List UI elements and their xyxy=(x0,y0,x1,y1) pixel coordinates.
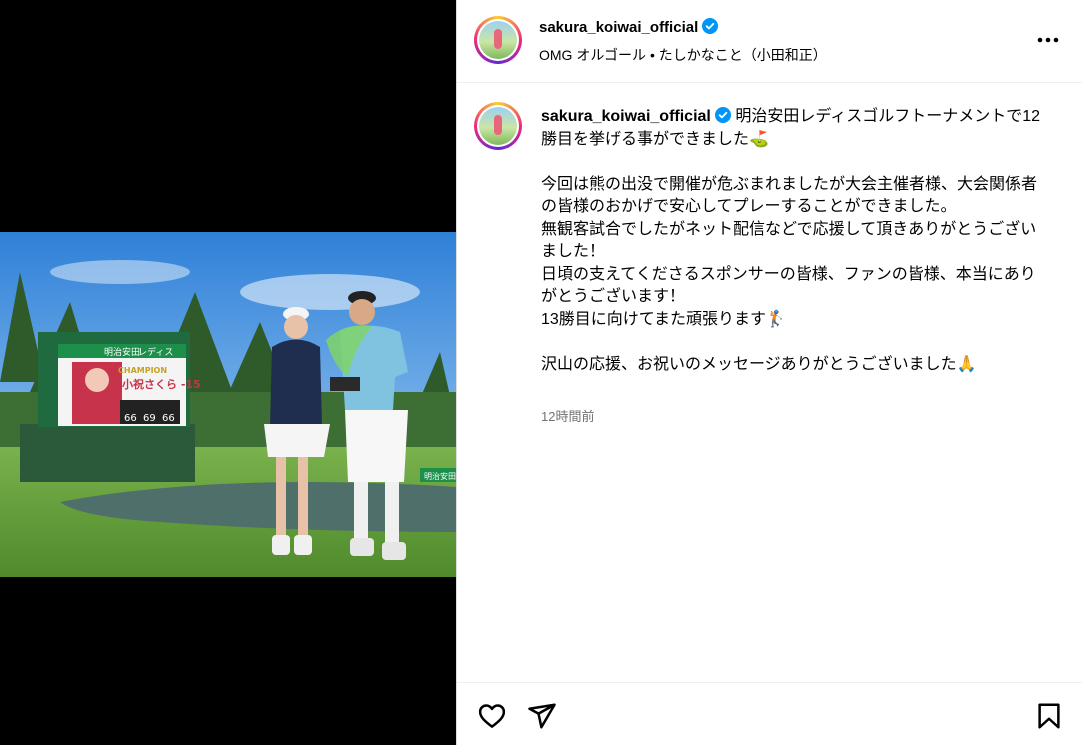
post-media[interactable]: 明治安田 レディス CHAMPION 小祝さくら -15 66 69 66 明治… xyxy=(0,0,456,745)
caption-username[interactable]: sakura_koiwai_official xyxy=(541,108,711,125)
action-bar xyxy=(457,682,1082,745)
caption-text: sakura_koiwai_official 明治安田レディスゴルフトーナメント… xyxy=(541,106,1041,376)
heart-icon[interactable] xyxy=(477,701,507,731)
header-username[interactable]: sakura_koiwai_official xyxy=(539,19,698,36)
post-timestamp[interactable]: 12時間前 xyxy=(541,406,594,425)
post-detail-panel: sakura_koiwai_official OMG オルゴール • たしかなこ… xyxy=(456,0,1082,745)
verified-badge-icon xyxy=(714,107,731,123)
more-options-icon[interactable] xyxy=(1036,28,1060,52)
board-brand-text: 明治安田 xyxy=(104,346,140,358)
caption-body: 今回は熊の出没で開催が危ぶまれましたが大会主催者様、大会関係者の皆様のおかげで安… xyxy=(541,175,1038,373)
avatar[interactable] xyxy=(474,16,522,64)
caption-area: sakura_koiwai_official 明治安田レディスゴルフトーナメント… xyxy=(457,84,1082,682)
bookmark-icon[interactable] xyxy=(1034,701,1064,731)
caption-avatar[interactable] xyxy=(474,102,522,150)
board-name-text: 小祝さくら -15 xyxy=(121,377,201,391)
send-icon[interactable] xyxy=(527,701,557,731)
board-score-3: 66 xyxy=(162,413,175,424)
post-header: sakura_koiwai_official OMG オルゴール • たしかなこ… xyxy=(457,0,1082,83)
audio-track-link[interactable]: OMG オルゴール • たしかなこと（小田和正） xyxy=(539,45,827,65)
side-sign-text: 明治安田 xyxy=(424,471,456,481)
board-score-2: 69 xyxy=(143,413,156,424)
trophy-photo-illustration: 明治安田 レディス CHAMPION 小祝さくら -15 66 69 66 明治… xyxy=(0,232,456,577)
board-champion-text: CHAMPION xyxy=(118,366,167,375)
verified-badge-icon xyxy=(702,18,719,34)
avatar-image xyxy=(479,21,517,59)
caption-avatar-image xyxy=(479,107,517,145)
board-score-1: 66 xyxy=(124,413,137,424)
board-event-text: レディス xyxy=(138,346,173,358)
post-photo: 明治安田 レディス CHAMPION 小祝さくら -15 66 69 66 明治… xyxy=(0,232,456,577)
